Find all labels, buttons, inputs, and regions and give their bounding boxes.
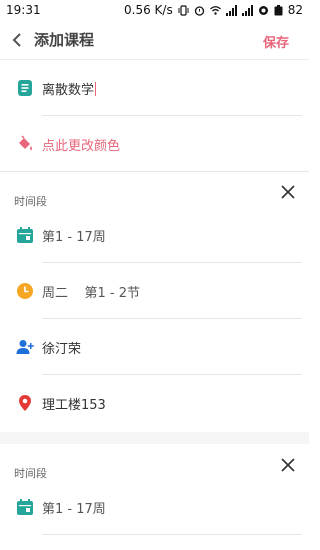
close-icon[interactable]: [281, 185, 295, 199]
divider: [42, 374, 302, 375]
divider: [42, 115, 302, 116]
data-saver-icon: [258, 5, 268, 15]
calendar-icon: [17, 499, 33, 515]
divider: [42, 534, 302, 535]
period-label: 时间段: [14, 195, 47, 208]
time-value: 周二 第1 - 2节: [42, 285, 141, 301]
divider: [42, 318, 302, 319]
person-add-icon: [16, 340, 34, 354]
save-button[interactable]: 保存: [263, 32, 289, 51]
change-color-row[interactable]: 点此更改颜色: [0, 126, 309, 162]
weeks-value: 第1 - 17周: [42, 501, 106, 517]
teacher-row[interactable]: 徐汀荣: [0, 328, 309, 366]
close-icon[interactable]: [281, 458, 295, 472]
teacher-value: 徐汀荣: [42, 341, 82, 357]
text-cursor: [95, 81, 97, 96]
status-bar: 19:31 0.56 K/s 82: [0, 0, 309, 20]
divider: [42, 262, 302, 263]
battery-icon: [274, 4, 283, 15]
weeks-row[interactable]: 第1 - 17周: [0, 488, 309, 526]
status-time: 19:31: [6, 3, 41, 17]
signal-2-icon: [241, 4, 253, 16]
battery-level: 82: [287, 3, 303, 17]
period-label: 时间段: [14, 467, 47, 480]
course-name-row[interactable]: 离散数学: [0, 70, 309, 106]
change-color-link[interactable]: 点此更改颜色: [42, 135, 120, 154]
back-button[interactable]: [0, 20, 34, 60]
note-icon: [18, 80, 32, 96]
clock-icon: [17, 283, 33, 299]
room-value: 理工楼153: [42, 397, 106, 413]
section-gap: [0, 432, 309, 444]
paint-bucket-icon: [19, 135, 32, 151]
course-name-input[interactable]: 离散数学: [42, 79, 97, 98]
section-divider: [0, 171, 309, 172]
back-arrow-icon: [12, 32, 21, 47]
room-row[interactable]: 理工楼153: [0, 384, 309, 422]
wifi-icon: [209, 5, 221, 15]
network-speed: 0.56 K/s: [124, 3, 173, 17]
calendar-icon: [17, 227, 33, 243]
vibrate-icon: [178, 4, 189, 16]
app-header: 添加课程 保存: [0, 20, 309, 60]
alarm-icon: [194, 5, 204, 16]
weeks-value: 第1 - 17周: [42, 229, 106, 245]
page-title: 添加课程: [34, 31, 95, 49]
signal-icon: [225, 4, 237, 16]
time-row[interactable]: 周二 第1 - 2节: [0, 272, 309, 310]
status-icons: 0.56 K/s 82: [124, 3, 303, 17]
weeks-row[interactable]: 第1 - 17周: [0, 216, 309, 254]
location-pin-icon: [19, 395, 31, 411]
